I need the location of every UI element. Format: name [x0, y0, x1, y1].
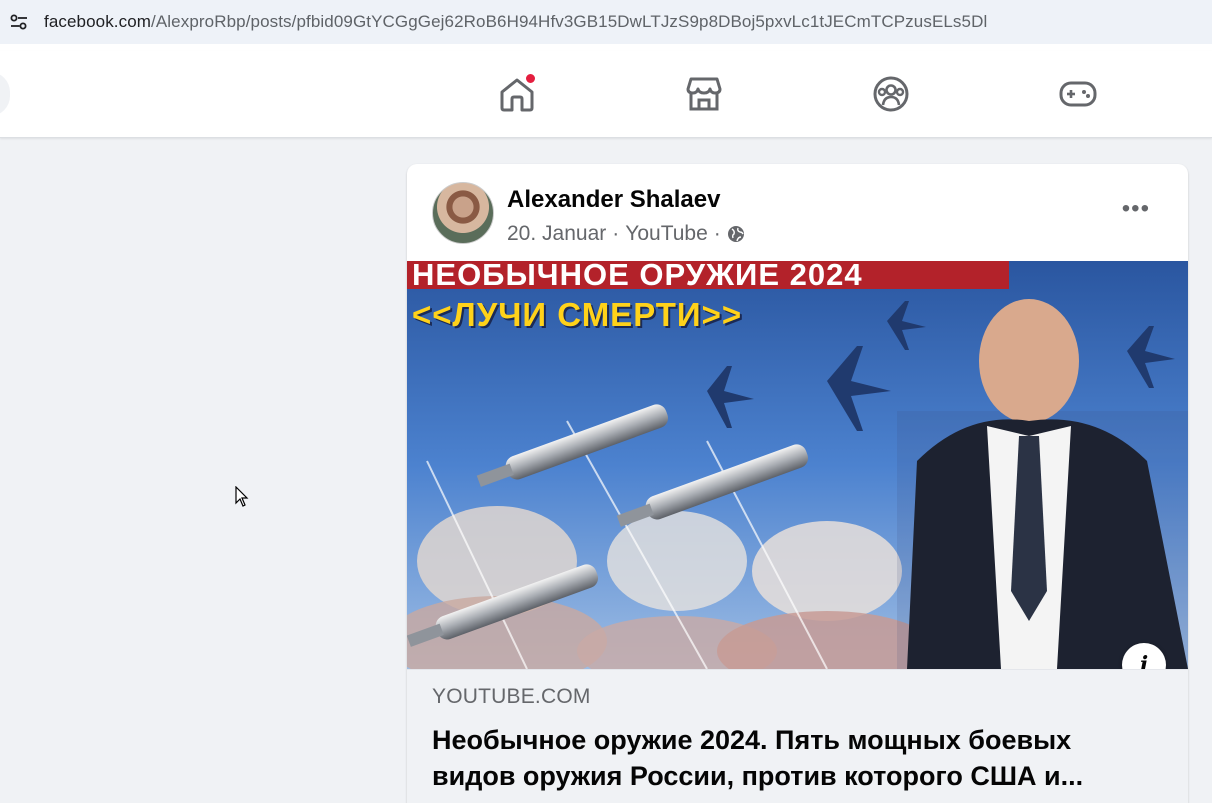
groups-icon	[873, 76, 909, 112]
top-navigation	[0, 51, 1212, 138]
post-date[interactable]: 20. Januar	[507, 222, 606, 246]
cursor-icon	[235, 486, 249, 507]
nav-groups-button[interactable]	[866, 69, 916, 119]
preview-banner-title: НЕОБЫЧНОЕ ОРУЖИЕ 2024	[407, 261, 1009, 289]
more-options-button[interactable]: •••	[1122, 197, 1150, 221]
nav-gaming-button[interactable]	[1053, 69, 1103, 119]
meta-separator: ·	[713, 222, 721, 245]
toolbar-separator	[0, 44, 1212, 51]
link-details[interactable]: YOUTUBE.COM Необычное оружие 2024. Пять …	[407, 669, 1188, 803]
notification-dot	[525, 73, 536, 84]
nav-home-button[interactable]	[492, 69, 542, 119]
gamepad-icon	[1059, 81, 1097, 107]
meta-separator: ·	[612, 222, 620, 245]
avatar[interactable]	[432, 182, 494, 244]
url-path: /AlexproRbp/posts/pfbid09GtYCGgGej62RoB6…	[151, 12, 988, 31]
preview-banner-subtitle: <<ЛУЧИ СМЕРТИ>>	[412, 296, 743, 333]
store-icon	[686, 77, 722, 111]
url-domain: facebook.com	[44, 12, 152, 31]
post-card: Alexander Shalaev 20. Januar · YouTube ·…	[407, 164, 1188, 803]
post-source: YouTube	[625, 222, 708, 245]
address-bar[interactable]: facebook.com/AlexproRbp/posts/pfbid09GtY…	[0, 0, 1212, 44]
tune-icon[interactable]	[9, 12, 29, 32]
search-button[interactable]	[0, 72, 10, 116]
link-title[interactable]: Необычное оружие 2024. Пять мощных боевы…	[432, 722, 1162, 794]
link-domain: YOUTUBE.COM	[432, 685, 591, 708]
post-meta: 20. Januar · YouTube ·	[507, 222, 745, 246]
nav-marketplace-button[interactable]	[679, 69, 729, 119]
link-preview-image[interactable]: НЕОБЫЧНОЕ ОРУЖИЕ 2024 <<ЛУЧИ СМЕРТИ>>	[407, 261, 1188, 669]
post-author[interactable]: Alexander Shalaev	[507, 186, 720, 214]
url-text[interactable]: facebook.com/AlexproRbp/posts/pfbid09GtY…	[44, 12, 987, 32]
globe-icon	[727, 226, 744, 242]
